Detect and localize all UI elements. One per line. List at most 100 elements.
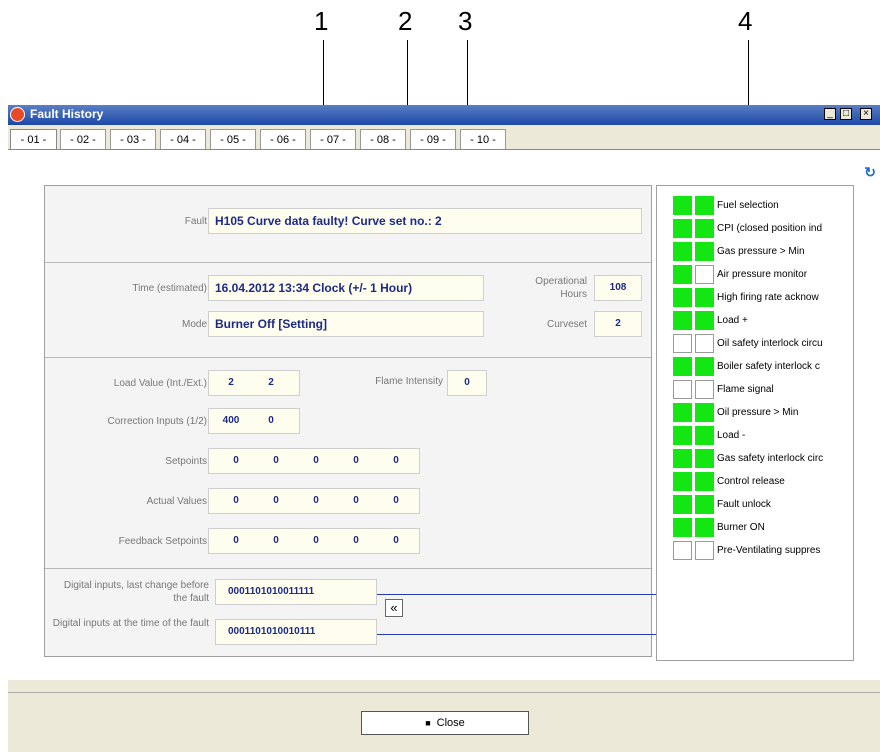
setpoint-value: 0 xyxy=(353,455,359,466)
setpoint-value: 0 xyxy=(313,455,319,466)
signal-lamp-b xyxy=(695,472,714,491)
operational-hours-label: Operational Hours xyxy=(535,276,587,300)
signal-lamp-b xyxy=(695,403,714,422)
signal-label: Flame signal xyxy=(717,384,774,395)
tab-03[interactable]: - 03 - xyxy=(110,129,156,150)
close-button[interactable]: ■ Close xyxy=(361,711,529,735)
signal-row: Gas pressure > Min xyxy=(657,242,853,264)
signal-lamp-b xyxy=(695,242,714,261)
tab-06[interactable]: - 06 - xyxy=(260,129,306,150)
tab-05[interactable]: - 05 - xyxy=(210,129,256,150)
close-button-icon: ■ xyxy=(425,718,431,728)
close-window-button[interactable]: × xyxy=(860,108,872,120)
signal-lamp-b xyxy=(695,541,714,560)
bottom-bar: ■ Close xyxy=(8,692,880,752)
load-value-ext: 2 xyxy=(268,377,274,388)
fault-section: Fault H105 Curve data faulty! Curve set … xyxy=(45,186,651,263)
mode-value: Burner Off [Setting] xyxy=(208,311,484,337)
signal-label: Gas pressure > Min xyxy=(717,246,805,257)
signal-lamp-a xyxy=(673,518,692,537)
setpoint-value: 0 xyxy=(233,455,239,466)
setpoints-label: Setpoints xyxy=(165,456,207,467)
signal-row: CPI (closed position ind xyxy=(657,219,853,241)
signal-lamp-b xyxy=(695,426,714,445)
values-section: Load Value (Int./Ext.) 2 2 Flame Intensi… xyxy=(45,358,651,569)
signal-lamp-b xyxy=(695,518,714,537)
signal-lamp-a xyxy=(673,311,692,330)
signal-lamp-a xyxy=(673,265,692,284)
tab-07[interactable]: - 07 - xyxy=(310,129,356,150)
fault-history-window: Fault History _ □ × - 01 - - 02 - - 03 -… xyxy=(8,105,880,752)
signal-lamp-a xyxy=(673,449,692,468)
connector-line-last-change xyxy=(377,594,681,595)
load-value-box: 2 2 xyxy=(208,370,300,396)
maximize-button[interactable]: □ xyxy=(840,108,852,120)
tab-01[interactable]: - 01 - xyxy=(10,129,57,150)
signal-label: Gas safety interlock circ xyxy=(717,453,824,464)
signal-row: High firing rate acknow xyxy=(657,288,853,310)
signal-label: Fuel selection xyxy=(717,200,779,211)
signal-row: Gas safety interlock circ xyxy=(657,449,853,471)
tab-10[interactable]: - 10 - xyxy=(460,129,506,150)
callout-3: 3 xyxy=(458,6,473,36)
signal-label: Load - xyxy=(717,430,746,441)
feedback-setpoints-box: 0 0 0 0 0 xyxy=(208,528,420,554)
signal-lamp-a xyxy=(673,334,692,353)
refresh-icon[interactable]: ↻ xyxy=(864,164,876,181)
signal-lamp-a xyxy=(673,288,692,307)
signal-row: Air pressure monitor xyxy=(657,265,853,287)
callout-1: 1 xyxy=(314,6,329,36)
correction-inputs-box: 400 0 xyxy=(208,408,300,434)
tab-08[interactable]: - 08 - xyxy=(360,129,406,150)
actual-value: 0 xyxy=(273,495,279,506)
signal-lamp-a xyxy=(673,472,692,491)
time-label: Time (estimated) xyxy=(132,283,207,294)
actual-value: 0 xyxy=(233,495,239,506)
callout-2: 2 xyxy=(398,6,413,36)
signal-row: Fault unlock xyxy=(657,495,853,517)
signal-label: Boiler safety interlock c xyxy=(717,361,820,372)
tab-strip: - 01 - - 02 - - 03 - - 04 - - 05 - - 06 … xyxy=(10,129,510,151)
app-icon xyxy=(10,107,25,122)
digital-last-change-label: Digital inputs, last change before the f… xyxy=(63,580,209,604)
signal-label: Fault unlock xyxy=(717,499,771,510)
callout-4: 4 xyxy=(738,6,753,36)
minimize-button[interactable]: _ xyxy=(824,108,836,120)
setpoint-value: 0 xyxy=(393,455,399,466)
signal-row: Fuel selection xyxy=(657,196,853,218)
signal-lamp-a xyxy=(673,196,692,215)
correction-inputs-label: Correction Inputs (1/2) xyxy=(107,416,208,427)
mode-label: Mode xyxy=(181,319,207,330)
expand-button[interactable]: « xyxy=(385,599,403,617)
tab-02[interactable]: - 02 - xyxy=(60,129,106,150)
curveset-value: 2 xyxy=(594,311,642,337)
actual-values-box: 0 0 0 0 0 xyxy=(208,488,420,514)
signal-lamp-b xyxy=(695,288,714,307)
signal-label: Air pressure monitor xyxy=(717,269,808,280)
digital-at-fault-label: Digital inputs at the time of the fault xyxy=(52,618,209,629)
signal-label: High firing rate acknow xyxy=(717,292,819,303)
signal-label: Oil safety interlock circu xyxy=(717,338,823,349)
signal-row: Oil safety interlock circu xyxy=(657,334,853,356)
signal-label: CPI (closed position ind xyxy=(717,223,823,234)
operational-hours-value: 108 xyxy=(594,275,642,301)
feedback-setpoint-value: 0 xyxy=(233,535,239,546)
signal-lamp-b xyxy=(695,334,714,353)
feedback-setpoint-value: 0 xyxy=(353,535,359,546)
digital-last-change-value: 0001101010011111 xyxy=(215,579,377,605)
signal-lamp-b xyxy=(695,357,714,376)
tab-04[interactable]: - 04 - xyxy=(160,129,206,150)
signal-label: Pre-Ventilating suppres xyxy=(717,545,821,556)
fault-label: Fault xyxy=(184,216,207,227)
signal-lamp-a xyxy=(673,426,692,445)
tab-09[interactable]: - 09 - xyxy=(410,129,456,150)
signal-row: Burner ON xyxy=(657,518,853,540)
feedback-setpoint-value: 0 xyxy=(273,535,279,546)
setpoints-box: 0 0 0 0 0 xyxy=(208,448,420,474)
signal-label: Burner ON xyxy=(717,522,765,533)
actual-value: 0 xyxy=(393,495,399,506)
actual-value: 0 xyxy=(313,495,319,506)
flame-intensity-label: Flame Intensity xyxy=(375,376,443,387)
signal-lamp-a xyxy=(673,541,692,560)
feedback-setpoint-value: 0 xyxy=(393,535,399,546)
